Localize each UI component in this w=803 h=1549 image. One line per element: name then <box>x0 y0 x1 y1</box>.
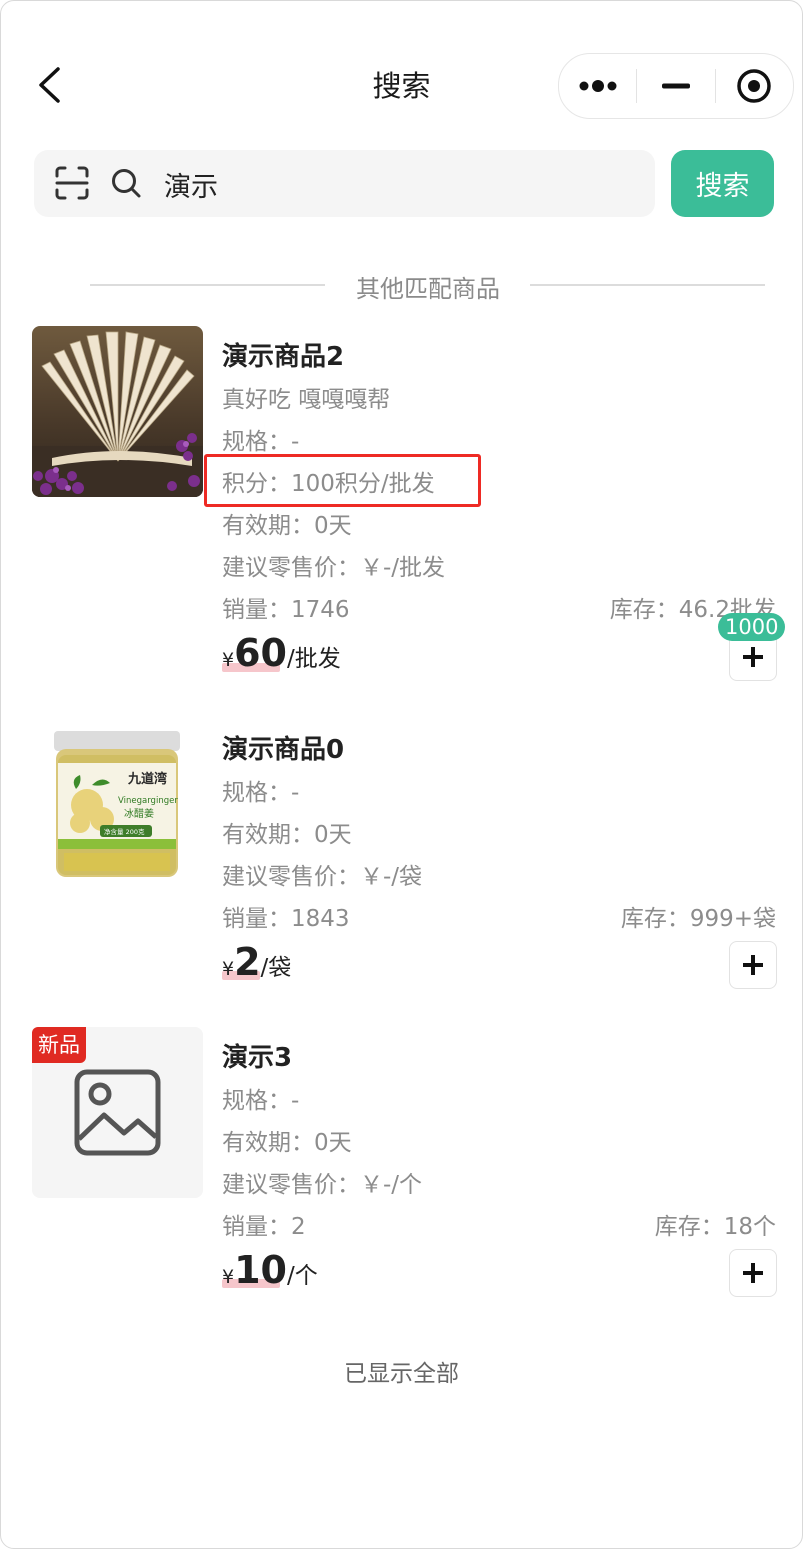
currency-symbol: ¥ <box>222 649 235 671</box>
product-validity: 有效期：0天 <box>222 513 352 539</box>
package-english-name: Vinegarginger <box>118 796 178 806</box>
scan-icon[interactable] <box>54 165 90 201</box>
price-value: 2 <box>234 940 261 984</box>
product-validity: 有效期：0天 <box>222 822 352 848</box>
product-validity: 有效期：0天 <box>222 1130 352 1156</box>
price-value: 60 <box>234 631 287 675</box>
add-to-cart-button[interactable] <box>729 1249 777 1297</box>
package-brand: 九道湾 <box>127 771 167 787</box>
product-image[interactable]: 九道湾 Vinegarginger 冰醋姜 净含量 200克 <box>32 719 203 890</box>
search-bar <box>34 150 655 217</box>
search-button[interactable]: 搜索 <box>671 150 774 217</box>
product-name[interactable]: 演示商品0 <box>222 729 344 766</box>
plus-icon <box>743 647 763 667</box>
product-retail-price: 建议零售价：￥-/个 <box>222 1172 423 1198</box>
open-book-photo <box>32 326 203 497</box>
section-divider-right <box>530 284 765 286</box>
product-sales: 销量：2 <box>222 1214 306 1240</box>
product-price: ¥ 10 /个 <box>222 1251 318 1290</box>
new-product-badge: 新品 <box>32 1027 86 1063</box>
plus-icon <box>743 955 763 975</box>
product-spec: 规格：- <box>222 780 300 806</box>
section-divider-left <box>90 284 325 286</box>
search-icon <box>112 169 141 198</box>
minimize-button[interactable] <box>637 54 714 118</box>
search-input[interactable] <box>162 160 636 208</box>
price-value: 10 <box>234 1248 287 1292</box>
product-image[interactable] <box>32 326 203 497</box>
price-unit: /批发 <box>286 646 341 672</box>
price-unit: /个 <box>286 1263 318 1289</box>
product-name[interactable]: 演示商品2 <box>222 336 344 373</box>
minus-icon <box>661 83 690 89</box>
product-retail-price: 建议零售价：￥-/批发 <box>222 555 446 581</box>
price-unit: /袋 <box>260 955 292 981</box>
product-spec: 规格：- <box>222 429 300 455</box>
target-close-icon <box>737 69 772 103</box>
add-to-cart-button[interactable] <box>729 941 777 989</box>
product-price: ¥ 2 /袋 <box>222 943 291 982</box>
currency-symbol: ¥ <box>222 958 235 980</box>
mini-program-capsule <box>558 53 794 119</box>
plus-icon <box>743 1263 763 1283</box>
app-window: 搜索 演示 搜索 其他匹配商品 演示商品2 真好吃 嘎嘎嘎帮 规格：- 积分：1… <box>0 0 803 1549</box>
product-sales: 销量：1843 <box>222 906 350 932</box>
product-name[interactable]: 演示3 <box>222 1037 292 1074</box>
product-stock: 库存：999+袋 <box>620 906 776 932</box>
product-sales: 销量：1746 <box>222 597 350 623</box>
product-spec: 规格：- <box>222 1088 300 1114</box>
list-end-text: 已显示全部 <box>344 1361 459 1387</box>
ginger-jar-photo: 九道湾 Vinegarginger 冰醋姜 净含量 200克 <box>32 719 203 890</box>
product-description: 真好吃 嘎嘎嘎帮 <box>222 387 391 413</box>
section-title: 其他匹配商品 <box>356 275 500 303</box>
more-dots-icon <box>579 80 617 92</box>
product-stock: 库存：18个 <box>654 1214 776 1240</box>
close-mini-program-button[interactable] <box>716 54 793 118</box>
product-price: ¥ 60 /批发 <box>222 634 341 673</box>
package-weight: 净含量 200克 <box>104 827 145 836</box>
cart-quantity-badge: 1000 <box>718 613 786 641</box>
more-button[interactable] <box>559 54 636 118</box>
product-retail-price: 建议零售价：￥-/袋 <box>222 864 423 890</box>
package-chinese-name: 冰醋姜 <box>124 807 154 820</box>
currency-symbol: ¥ <box>222 1266 235 1288</box>
points-highlight-box <box>204 454 481 507</box>
